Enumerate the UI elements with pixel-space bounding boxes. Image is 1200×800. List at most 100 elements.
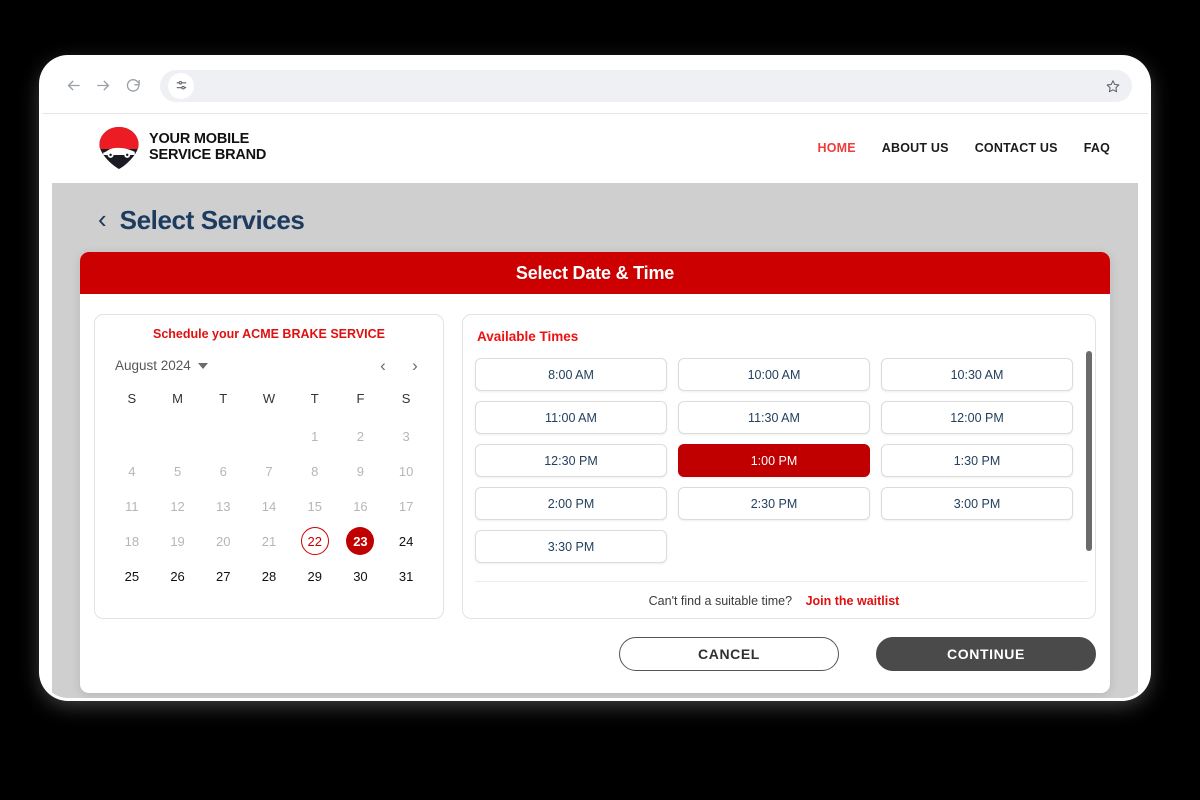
calendar-day-3: 3: [402, 428, 410, 444]
prev-month-icon[interactable]: ‹: [375, 357, 391, 374]
calendar-weekday: M: [172, 391, 183, 406]
time-slot[interactable]: 3:30 PM: [475, 530, 667, 563]
back-chevron-icon[interactable]: ‹: [98, 206, 107, 232]
calendar-weekday: S: [127, 391, 137, 406]
calendar-grid: S M T W T F S 1 2 3 4 5 6 7 8 9 10 11 12 13 14 15 16 17 18 19 20 21…: [109, 386, 429, 592]
star-icon[interactable]: [1100, 73, 1126, 99]
address-bar[interactable]: [160, 69, 1132, 102]
calendar-cell: 14: [246, 490, 292, 522]
calendar-cell: 10: [383, 455, 429, 487]
waitlist-row: Can't find a suitable time? Join the wai…: [475, 581, 1087, 608]
calendar-day-21: 21: [261, 533, 277, 549]
calendar-cell: 31: [383, 560, 429, 592]
calendar-day-24[interactable]: 24: [392, 527, 420, 555]
calendar-panel: Schedule your ACME BRAKE SERVICE August …: [94, 314, 444, 619]
modal-body: Schedule your ACME BRAKE SERVICE August …: [80, 294, 1110, 627]
calendar-day-25[interactable]: 25: [118, 562, 146, 590]
time-slot[interactable]: 10:00 AM: [678, 358, 870, 391]
calendar-day-18: 18: [124, 533, 140, 549]
calendar-day-14: 14: [261, 498, 277, 514]
calendar-cell: 26: [155, 560, 201, 592]
calendar-blank-cell: [155, 420, 201, 452]
calendar-day-22[interactable]: 22: [300, 527, 329, 555]
back-arrow-icon[interactable]: [58, 71, 88, 101]
page-title: Select Services: [119, 205, 305, 235]
calendar-day-23[interactable]: 23: [346, 527, 375, 555]
calendar-day-29[interactable]: 29: [301, 562, 329, 590]
reload-icon[interactable]: [118, 71, 148, 101]
time-slot[interactable]: 2:00 PM: [475, 487, 667, 520]
time-slot-grid: 8:00 AM 10:00 AM 10:30 AM 11:00 AM 11:30 AM 1…: [475, 358, 1087, 563]
time-slot[interactable]: 2:30 PM: [678, 487, 870, 520]
calendar-cell: 2: [338, 420, 384, 452]
calendar-cell: 18: [109, 525, 155, 557]
browser-toolbar: [42, 58, 1148, 114]
map-pin-car-logo-icon: [99, 127, 139, 169]
calendar-cell: 5: [155, 455, 201, 487]
calendar-cell: 29: [292, 560, 338, 592]
calendar-day-12: 12: [170, 498, 185, 514]
calendar-cell: 28: [246, 560, 292, 592]
calendar-cell: 23: [338, 525, 384, 557]
calendar-blank-cell: [246, 420, 292, 452]
calendar-day-27[interactable]: 27: [209, 562, 237, 590]
calendar-cell: 11: [109, 490, 155, 522]
calendar-cell: 1: [292, 420, 338, 452]
calendar-day-30[interactable]: 30: [346, 562, 374, 590]
time-slot[interactable]: 10:30 AM: [881, 358, 1073, 391]
time-slot[interactable]: 1:30 PM: [881, 444, 1073, 477]
calendar-weekday: F: [356, 391, 365, 406]
available-times-title: Available Times: [477, 329, 579, 344]
calendar-blank-cell: [109, 420, 155, 452]
calendar-day-17: 17: [398, 498, 414, 514]
next-month-icon[interactable]: ›: [407, 357, 423, 374]
page-content: ‹ Select Services Select Date & Time Sch…: [52, 183, 1138, 698]
calendar-cell: 17: [383, 490, 429, 522]
nav-item-faq[interactable]: FAQ: [1084, 141, 1110, 155]
calendar-day-7: 7: [265, 463, 273, 479]
time-slot[interactable]: 3:00 PM: [881, 487, 1073, 520]
calendar-day-26[interactable]: 26: [164, 562, 192, 590]
calendar-cell: 30: [338, 560, 384, 592]
calendar-cell: 22: [292, 525, 338, 557]
calendar-cell: 4: [109, 455, 155, 487]
waitlist-prompt: Can't find a suitable time?: [648, 594, 793, 608]
brand-logo[interactable]: YOUR MOBILE SERVICE BRAND: [98, 126, 266, 170]
calendar-day-2: 2: [356, 428, 365, 444]
calendar-weekday: S: [401, 391, 411, 406]
continue-button[interactable]: CONTINUE: [876, 637, 1096, 671]
calendar-day-28[interactable]: 28: [255, 562, 283, 590]
calendar-weekday: T: [310, 391, 319, 406]
nav-item-home[interactable]: HOME: [817, 141, 855, 155]
time-slot[interactable]: 1:00 PM: [678, 444, 870, 477]
join-waitlist-link[interactable]: Join the waitlist: [806, 594, 900, 608]
calendar-cell: 8: [292, 455, 338, 487]
modal-actions: CANCEL CONTINUE: [80, 627, 1110, 693]
nav-item-contact-us[interactable]: CONTACT US: [975, 141, 1058, 155]
calendar-cell: 12: [155, 490, 201, 522]
date-time-modal: Select Date & Time Schedule your ACME BR…: [80, 252, 1110, 693]
chevron-down-icon: [197, 362, 208, 369]
page-title-row: ‹ Select Services: [80, 205, 1110, 236]
cancel-button[interactable]: CANCEL: [619, 637, 839, 671]
calendar-cell: 9: [338, 455, 384, 487]
calendar-weekday: T: [219, 391, 228, 406]
time-slot[interactable]: 12:30 PM: [475, 444, 667, 477]
calendar-day-1: 1: [311, 428, 319, 444]
time-slot[interactable]: 11:30 AM: [678, 401, 870, 434]
calendar-day-4: 4: [128, 463, 136, 479]
month-selector[interactable]: August 2024: [115, 358, 208, 373]
calendar-arrows: ‹ ›: [375, 357, 423, 374]
calendar-blank-cell: [200, 420, 246, 452]
times-scrollbar[interactable]: [1086, 351, 1092, 551]
calendar-day-31[interactable]: 31: [392, 562, 420, 590]
calendar-day-16: 16: [353, 498, 368, 514]
calendar-day-13: 13: [216, 498, 231, 514]
time-slot[interactable]: 11:00 AM: [475, 401, 667, 434]
time-slot[interactable]: 12:00 PM: [881, 401, 1073, 434]
sliders-icon[interactable]: [168, 72, 194, 99]
nav-item-about-us[interactable]: ABOUT US: [882, 141, 949, 155]
forward-arrow-icon[interactable]: [88, 71, 118, 101]
calendar-day-20: 20: [216, 533, 231, 549]
time-slot[interactable]: 8:00 AM: [475, 358, 667, 391]
